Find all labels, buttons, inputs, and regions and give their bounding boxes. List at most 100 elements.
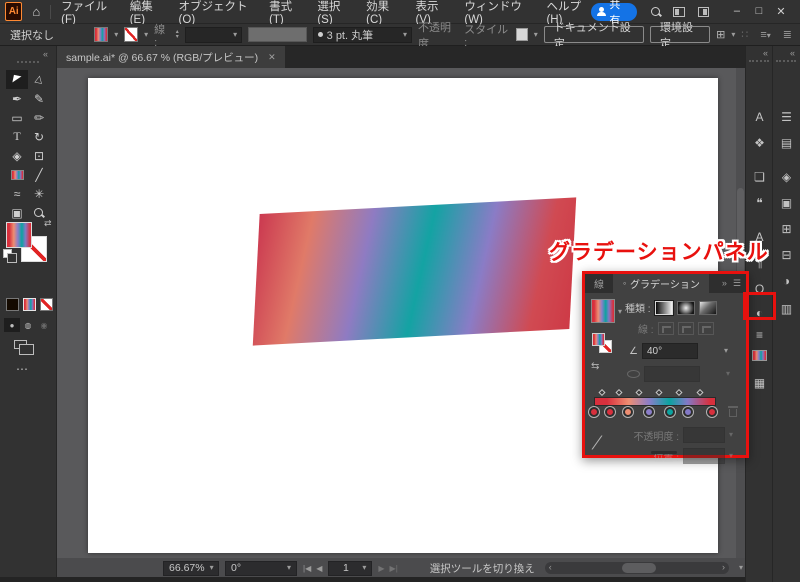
home-icon[interactable]: ⌂: [32, 4, 40, 19]
chevron-down-icon[interactable]: ▾: [731, 31, 735, 39]
color-mode-button[interactable]: [6, 298, 19, 311]
pathfinder-panel-icon[interactable]: ❏: [746, 166, 773, 188]
none-mode-button[interactable]: [40, 298, 53, 311]
angle-chevron-icon[interactable]: ▾: [724, 347, 728, 355]
gradient-bar[interactable]: [594, 397, 716, 406]
radial-gradient-button[interactable]: [677, 301, 695, 315]
close-tab-icon[interactable]: ✕: [268, 52, 276, 63]
style-swatch[interactable]: [516, 28, 528, 41]
draw-normal-button[interactable]: ●: [4, 318, 20, 332]
gradient-text-artwork[interactable]: Hello: [253, 197, 576, 345]
asset-export-panel-icon[interactable]: ▥: [773, 298, 800, 320]
stroke-panel-icon[interactable]: ≡: [746, 324, 773, 346]
draw-behind-button[interactable]: ◍: [20, 318, 36, 332]
close-button[interactable]: ✕: [770, 5, 792, 18]
scroll-right-icon[interactable]: ›: [722, 562, 725, 572]
swap-fill-stroke-icon[interactable]: ⇄: [44, 218, 52, 229]
horizontal-scrollbar[interactable]: ‹ ›: [545, 562, 729, 574]
screen-mode-icon[interactable]: [14, 340, 27, 349]
document-tab[interactable]: sample.ai* @ 66.67 % (RGB/プレビュー) ✕: [57, 46, 285, 68]
gradient-stop[interactable]: [644, 407, 654, 417]
artboard-tool[interactable]: ▣: [6, 203, 28, 222]
symbol-sprayer-tool[interactable]: ✳: [28, 184, 50, 203]
fill-proxy-swatch[interactable]: [592, 333, 605, 346]
artboards-panel-icon[interactable]: ▣: [773, 192, 800, 214]
expand-panels-icon[interactable]: «: [763, 48, 768, 58]
expand-panels-icon[interactable]: «: [790, 48, 795, 58]
eyedropper-icon[interactable]: ╱: [592, 435, 602, 452]
next-artboard-button[interactable]: ▶: [378, 564, 384, 573]
isolate-selection-icon[interactable]: ⊞: [716, 28, 725, 41]
curvature-tool[interactable]: ✎: [28, 89, 50, 108]
gradient-presets-chevron-icon[interactable]: ▾: [618, 308, 622, 316]
selection-tool[interactable]: ◤: [6, 70, 28, 89]
arrange-documents-icon[interactable]: ≡▾: [760, 29, 770, 41]
eyedropper-tool[interactable]: ╱: [28, 165, 50, 184]
edit-toolbar-icon[interactable]: ⋯: [16, 362, 29, 376]
panel-resize-grip[interactable]: [651, 451, 677, 454]
reverse-gradient-icon[interactable]: ⇆: [591, 361, 599, 372]
menu-object[interactable]: オブジェクト(O): [179, 0, 255, 26]
shape-builder-panel-icon[interactable]: ❖: [746, 132, 773, 154]
gradient-stop[interactable]: [707, 407, 717, 417]
pencil-tool[interactable]: ≈: [6, 184, 28, 203]
brush-definition-dropdown[interactable]: 3 pt. 丸筆 ▾: [313, 27, 412, 43]
stroke-dropdown-chevron-icon[interactable]: ▾: [144, 31, 148, 39]
gradient-mode-button[interactable]: [23, 298, 36, 311]
workspace-layout-icon[interactable]: [673, 7, 684, 17]
search-icon[interactable]: [650, 6, 660, 18]
free-transform-tool[interactable]: ⊡: [28, 146, 50, 165]
fill-color-swatch[interactable]: [94, 27, 108, 42]
menu-effect[interactable]: 効果(C): [366, 0, 400, 26]
last-artboard-button[interactable]: ▶|: [390, 564, 398, 573]
drag-handle[interactable]: [776, 60, 796, 62]
maximize-button[interactable]: □: [748, 5, 770, 18]
angle-dropdown[interactable]: 40°: [642, 343, 698, 359]
preferences-button[interactable]: 環境設定: [650, 26, 710, 43]
panel-menu-icon[interactable]: ☰: [733, 278, 741, 289]
stroke-weight-dropdown[interactable]: ▾: [185, 27, 242, 43]
rotation-dropdown[interactable]: 0° ▾: [225, 561, 297, 576]
layers-panel-icon[interactable]: ◈: [773, 166, 800, 188]
gradient-stop[interactable]: [605, 407, 615, 417]
gradient-stop[interactable]: [623, 407, 633, 417]
gradient-preview-swatch[interactable]: [591, 299, 615, 323]
swatches-panel-icon[interactable]: ▦: [746, 372, 773, 394]
linear-gradient-button[interactable]: [655, 301, 673, 315]
gradient-stop[interactable]: [665, 407, 675, 417]
gradient-stop[interactable]: [589, 407, 599, 417]
menu-type[interactable]: 書式(T): [269, 0, 302, 26]
collapse-tools-icon[interactable]: «: [43, 49, 48, 59]
comments-panel-icon[interactable]: ❝: [746, 192, 773, 214]
gradient-midpoint[interactable]: [635, 389, 642, 396]
menu-select[interactable]: 選択(S): [317, 0, 351, 26]
status-options-chevron-icon[interactable]: ▾: [739, 564, 743, 572]
rectangle-tool[interactable]: ▭: [6, 108, 28, 127]
collapse-panel-icon[interactable]: »: [722, 278, 727, 289]
pen-tool[interactable]: ✒: [6, 89, 28, 108]
fill-indicator[interactable]: [6, 222, 32, 248]
rotate-tool[interactable]: ↻: [28, 127, 50, 146]
stroke-color-swatch[interactable]: [124, 27, 138, 42]
gradient-midpoint[interactable]: [598, 389, 605, 396]
paintbrush-tool[interactable]: ✏: [28, 108, 50, 127]
gradient-panel-icon[interactable]: [746, 344, 773, 366]
transform-panel-icon[interactable]: ⊟: [773, 244, 800, 266]
zoom-level-dropdown[interactable]: 66.67% ▾: [163, 561, 219, 576]
artboard-number-dropdown[interactable]: 1 ▾: [328, 561, 372, 576]
minimize-button[interactable]: –: [726, 5, 748, 18]
tab-stroke[interactable]: 線: [585, 274, 613, 293]
gradient-midpoint[interactable]: [656, 389, 663, 396]
style-dropdown-chevron-icon[interactable]: ▾: [534, 31, 538, 39]
draw-inside-button[interactable]: ◉: [36, 318, 52, 332]
eraser-tool[interactable]: ◈: [6, 146, 28, 165]
gradient-stop[interactable]: [683, 407, 693, 417]
direct-selection-tool[interactable]: △: [28, 70, 50, 89]
type-tool[interactable]: T: [6, 127, 28, 146]
stroke-weight-stepper[interactable]: ▴▾: [176, 27, 179, 43]
appearance-panel-icon[interactable]: ◑: [773, 270, 800, 292]
gradient-midpoint[interactable]: [615, 389, 622, 396]
menu-file[interactable]: ファイル(F): [61, 0, 115, 26]
align-panel-icon[interactable]: ⊞: [773, 218, 800, 240]
libraries-panel-icon[interactable]: ▤: [773, 132, 800, 154]
